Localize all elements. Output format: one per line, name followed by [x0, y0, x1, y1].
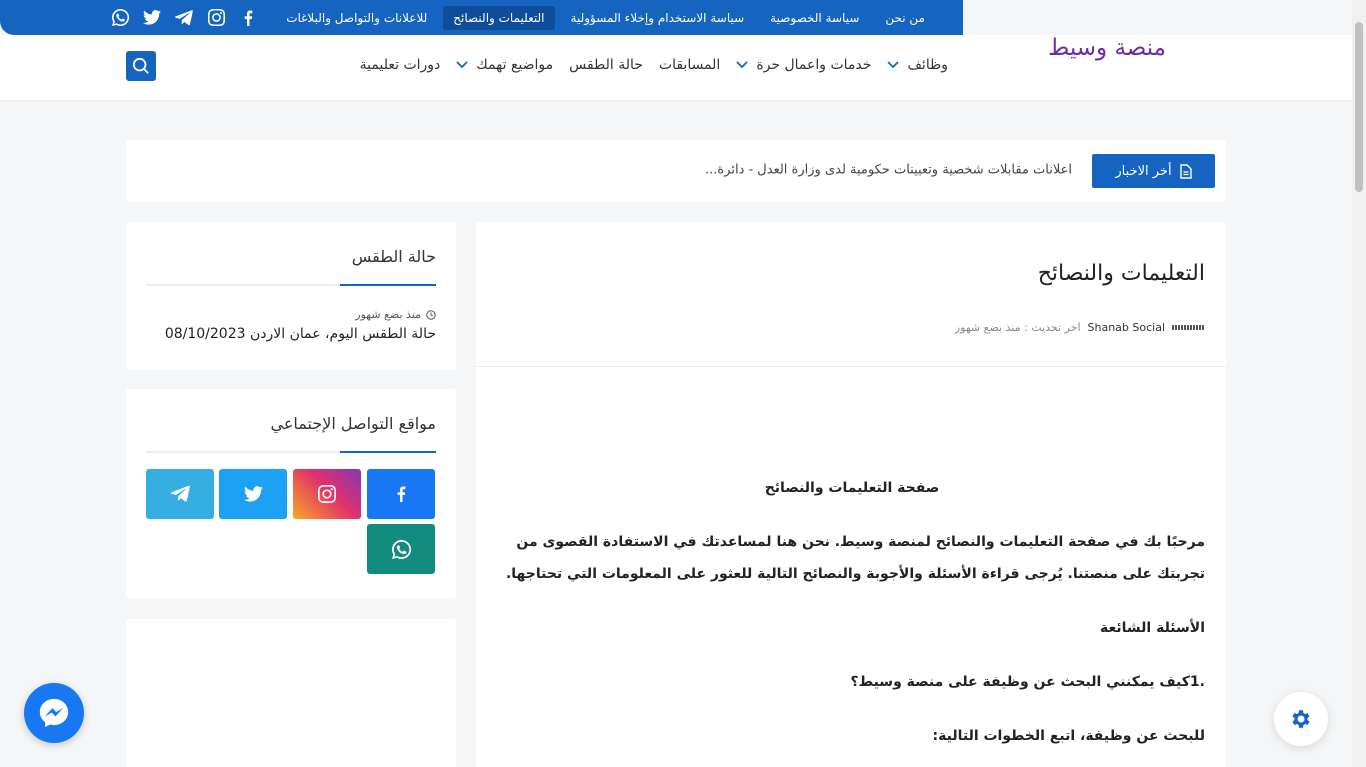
- article-card: التعليمات والنصائح Shanab Social اخر تحد…: [476, 222, 1226, 767]
- widget-title: حالة الطقس: [351, 247, 436, 266]
- nav-item-jobs[interactable]: وظائف: [879, 57, 956, 73]
- search-icon: [132, 57, 149, 74]
- nav-item-courses[interactable]: دورات تعليمية: [352, 57, 449, 73]
- author-name[interactable]: Shanab Social: [1088, 321, 1166, 334]
- nav-item-freelance[interactable]: خدمات واعمال حرة: [728, 57, 879, 73]
- scrollbar-thumb[interactable]: [1355, 22, 1363, 192]
- article-paragraph: للبحث عن وظيفة، اتبع الخطوات التالية:: [932, 728, 1205, 744]
- facebook-icon: [397, 486, 406, 502]
- chevron-down-icon: [887, 61, 900, 69]
- document-icon: [1179, 163, 1192, 179]
- social-widget: مواقع التواصل الإجتماعي: [126, 389, 456, 598]
- messenger-icon: [39, 698, 69, 728]
- twitter-button[interactable]: [219, 469, 287, 519]
- instagram-icon: [318, 485, 336, 503]
- search-button[interactable]: [126, 51, 156, 81]
- gear-icon: [1292, 710, 1310, 728]
- article-meta: Shanab Social اخر تحديث : منذ بضع شهور: [955, 321, 1204, 334]
- top-bar: من نحن سياسة الخصوصية سياسة الاستخدام وإ…: [0, 0, 963, 35]
- ticker-headline[interactable]: اعلانات مقابلات شخصية وتعيينات حكومية لد…: [705, 163, 1072, 178]
- nav-item-contests[interactable]: المسابقات: [651, 57, 728, 73]
- facebook-icon[interactable]: [238, 8, 258, 28]
- top-link-terms[interactable]: سياسة الاستخدام وإخلاء المسؤولية: [561, 6, 755, 30]
- top-link-contact[interactable]: للاعلانات والتواصل والبلاغات: [276, 6, 437, 30]
- widget-underline: [146, 451, 436, 453]
- article-body: صفحة التعليمات والنصائح مرحبًا بك في صفح…: [499, 472, 1205, 767]
- site-header: منصة وسيط وظائف خدمات واعمال حرة المسابق…: [0, 35, 1352, 100]
- author-avatar: [1172, 325, 1204, 330]
- weather-post-title[interactable]: حالة الطقس اليوم، عمان الاردن 08/10/2023: [165, 326, 436, 342]
- nav-item-weather[interactable]: حالة الطقس: [561, 57, 651, 73]
- top-link-privacy[interactable]: سياسة الخصوصية: [760, 6, 869, 30]
- widget-title: مواقع التواصل الإجتماعي: [270, 414, 436, 433]
- top-link-instructions[interactable]: التعليمات والنصائح: [443, 5, 555, 30]
- clock-icon: [426, 309, 436, 320]
- twitter-icon: [243, 486, 263, 502]
- site-logo[interactable]: منصة وسيط: [1048, 35, 1166, 61]
- news-ticker: أخر الاخبار اعلانات مقابلات شخصية وتعيين…: [126, 140, 1226, 202]
- instagram-button[interactable]: [293, 469, 361, 519]
- top-links: من نحن سياسة الخصوصية سياسة الاستخدام وإ…: [276, 5, 935, 30]
- nav-item-topics[interactable]: مواضيع تهمك: [448, 57, 561, 73]
- top-link-about[interactable]: من نحن: [875, 6, 935, 30]
- post-time: منذ بضع شهور: [355, 308, 436, 321]
- ad-widget: [126, 619, 456, 767]
- weather-widget: حالة الطقس منذ بضع شهور حالة الطقس اليوم…: [126, 222, 456, 370]
- scrollbar[interactable]: [1352, 0, 1366, 767]
- whatsapp-button[interactable]: [367, 524, 435, 574]
- article-title: التعليمات والنصائح: [1037, 261, 1205, 286]
- updated-time: اخر تحديث : منذ بضع شهور: [954, 321, 1081, 334]
- messenger-button[interactable]: [24, 683, 84, 743]
- telegram-button[interactable]: [146, 469, 214, 519]
- article-paragraph: مرحبًا بك في صفحة التعليمات والنصائح لمن…: [505, 534, 1205, 582]
- telegram-icon[interactable]: [174, 8, 194, 28]
- article-paragraph: الأسئلة الشائعة: [1100, 620, 1205, 636]
- settings-button[interactable]: [1274, 692, 1328, 746]
- top-socials: [110, 8, 258, 28]
- instagram-icon[interactable]: [206, 8, 226, 28]
- twitter-icon[interactable]: [142, 8, 162, 28]
- whatsapp-icon: [391, 539, 411, 559]
- article-paragraph: .1كيف يمكنني البحث عن وظيفة على منصة وسي…: [850, 674, 1205, 690]
- facebook-button[interactable]: [367, 469, 435, 519]
- article-paragraph: صفحة التعليمات والنصائح: [764, 480, 940, 496]
- main-nav: وظائف خدمات واعمال حرة المسابقات حالة ال…: [352, 57, 956, 73]
- whatsapp-icon[interactable]: [110, 8, 130, 28]
- chevron-down-icon: [456, 61, 468, 69]
- widget-underline: [146, 284, 436, 286]
- latest-news-button[interactable]: أخر الاخبار: [1092, 154, 1215, 188]
- chevron-down-icon: [736, 61, 748, 69]
- telegram-icon: [170, 486, 190, 502]
- divider: [476, 366, 1226, 367]
